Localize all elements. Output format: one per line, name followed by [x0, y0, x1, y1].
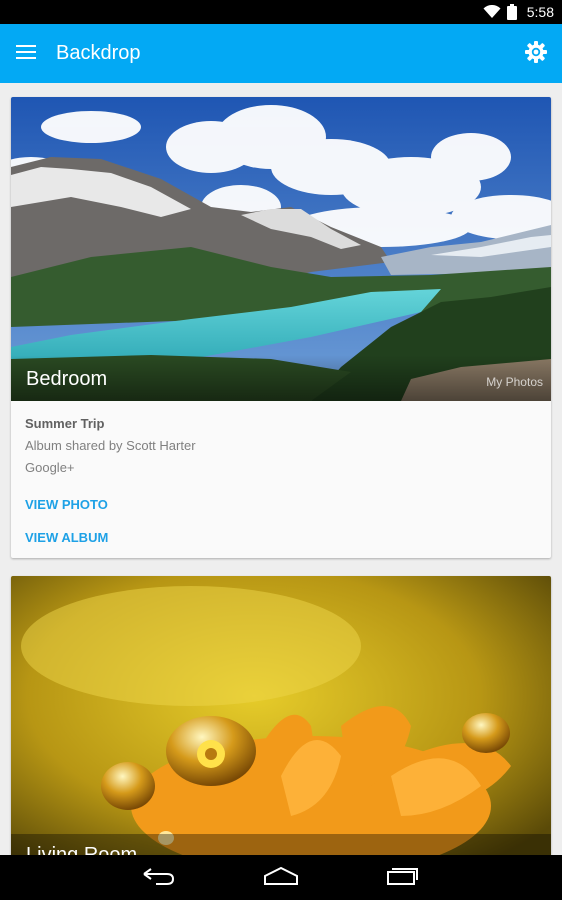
status-bar: 5:58: [0, 0, 562, 24]
wifi-icon: [483, 5, 501, 19]
card-source-label: My Photos: [486, 375, 543, 389]
system-nav-bar: [0, 855, 562, 900]
card-service: Google+: [25, 460, 75, 475]
app-bar: Backdrop: [0, 24, 562, 83]
battery-icon: [506, 4, 517, 20]
card-room-label: Bedroom: [26, 368, 108, 390]
home-button[interactable]: [260, 855, 302, 900]
card-room-label: Living Room: [26, 844, 138, 855]
back-button[interactable]: [138, 855, 180, 900]
view-album-button[interactable]: VIEW ALBUM: [25, 521, 537, 554]
backdrop-feed[interactable]: Bedroom My Photos Summer Trip Album shar…: [0, 83, 562, 855]
flower-dewdrop-photo: [11, 576, 551, 855]
hamburger-menu-icon: [16, 44, 36, 63]
card-subtitle: Album shared by Scott Harter: [25, 438, 196, 453]
backdrop-card-living-room: Living Room: [11, 576, 551, 855]
view-photo-button[interactable]: VIEW PHOTO: [25, 488, 537, 521]
home-icon: [263, 866, 299, 890]
back-icon: [142, 866, 176, 890]
card-title: Summer Trip: [25, 416, 105, 431]
menu-button[interactable]: [0, 24, 52, 83]
backdrop-card-bedroom: Bedroom My Photos Summer Trip Album shar…: [11, 97, 551, 558]
recents-button[interactable]: [382, 855, 424, 900]
settings-button[interactable]: [516, 24, 556, 83]
card-photo[interactable]: Living Room: [11, 576, 551, 855]
gear-icon: [525, 40, 547, 67]
card-photo[interactable]: Bedroom My Photos: [11, 97, 551, 401]
recents-icon: [386, 866, 420, 890]
app-title: Backdrop: [56, 42, 141, 64]
status-clock: 5:58: [526, 4, 554, 20]
card-actions: VIEW PHOTO VIEW ALBUM: [25, 488, 537, 554]
card-body: Summer Trip Album shared by Scott Harter…: [11, 401, 551, 554]
